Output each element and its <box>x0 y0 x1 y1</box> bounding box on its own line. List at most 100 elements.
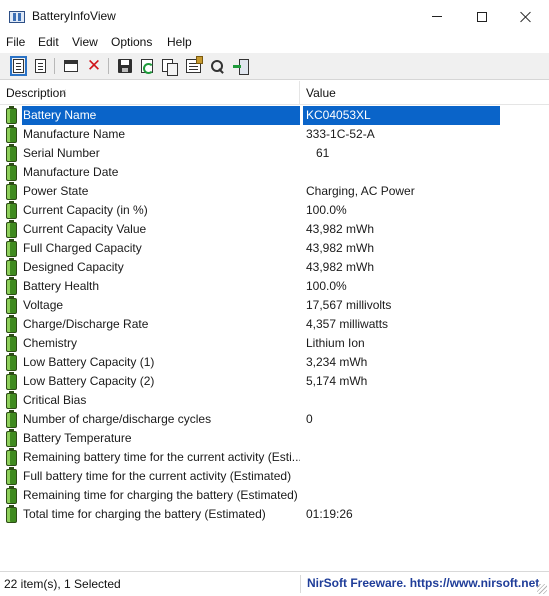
toolbar-separator <box>54 58 55 74</box>
battery-icon <box>6 277 17 295</box>
battery-icon <box>6 486 17 504</box>
exit-button[interactable] <box>231 57 249 75</box>
html-report-all-button[interactable] <box>9 56 27 76</box>
table-row[interactable]: Battery Temperature <box>0 429 549 448</box>
table-row[interactable]: Critical Bias <box>0 391 549 410</box>
table-row[interactable]: Battery Health 100.0% <box>0 277 549 296</box>
row-value: 17,567 millivolts <box>306 298 392 312</box>
minimize-button[interactable] <box>414 0 460 33</box>
copy-icon <box>161 58 178 76</box>
table-row[interactable]: Charge/Discharge Rate 4,357 milliwatts <box>0 315 549 334</box>
table-row[interactable]: Designed Capacity 43,982 mWh <box>0 258 549 277</box>
row-value: Lithium Ion <box>306 336 365 350</box>
close-button[interactable] <box>503 0 549 33</box>
table-row[interactable]: Manufacture Name 333-1C-52-A <box>0 125 549 144</box>
column-header-description-label: Description <box>6 86 67 100</box>
table-row[interactable]: Voltage 17,567 millivolts <box>0 296 549 315</box>
row-description: Number of charge/discharge cycles <box>23 412 212 426</box>
row-description: Full battery time for the current activi… <box>23 469 292 483</box>
copy-button[interactable] <box>160 57 178 76</box>
row-description: Power State <box>23 184 89 198</box>
row-description: Current Capacity Value <box>23 222 147 236</box>
row-description: Remaining time for charging the battery … <box>23 488 298 502</box>
battery-info-list[interactable]: Description ∕ Value Battery Name KC04053X… <box>0 81 549 571</box>
list-rows: Battery Name KC04053XL Manufacture Name 333… <box>0 106 549 524</box>
minimize-icon <box>432 16 442 17</box>
table-row[interactable]: Serial Number 61 <box>0 144 549 163</box>
table-row[interactable]: Low Battery Capacity (1) 3,234 mWh <box>0 353 549 372</box>
battery-icon <box>6 144 17 162</box>
window-button[interactable] <box>62 57 80 75</box>
menu-options[interactable]: Options <box>111 35 152 49</box>
row-description: Battery Temperature <box>23 431 132 445</box>
resize-grip[interactable] <box>537 584 547 594</box>
row-value: 100.0% <box>306 203 347 217</box>
battery-icon <box>6 258 17 276</box>
column-header-value-label: Value <box>306 86 336 100</box>
row-description: Low Battery Capacity (2) <box>23 374 155 388</box>
row-description: Full Charged Capacity <box>23 241 142 255</box>
battery-icon <box>6 239 17 257</box>
column-header-value[interactable]: Value <box>300 81 549 105</box>
row-value: 5,174 mWh <box>306 374 368 388</box>
table-row[interactable]: Full battery time for the current activi… <box>0 467 549 486</box>
row-description: Chemistry <box>23 336 78 350</box>
row-value: 43,982 mWh <box>306 241 375 255</box>
row-value: 43,982 mWh <box>306 222 375 236</box>
row-value: 333-1C-52-A <box>306 127 375 141</box>
row-value: 100.0% <box>306 279 347 293</box>
html-report-selected-button[interactable] <box>31 57 49 75</box>
battery-icon <box>6 353 17 371</box>
battery-icon <box>6 391 17 409</box>
row-description: Low Battery Capacity (1) <box>23 355 155 369</box>
maximize-button[interactable] <box>459 0 505 33</box>
toolbar-separator <box>108 58 109 74</box>
row-description: Charge/Discharge Rate <box>23 317 149 331</box>
maximize-icon <box>477 11 487 22</box>
save-button[interactable] <box>116 57 134 75</box>
menu-edit[interactable]: Edit <box>38 35 59 49</box>
battery-icon <box>6 467 17 485</box>
find-button[interactable] <box>208 57 226 75</box>
row-description: Voltage <box>23 298 64 312</box>
sort-ascending-icon: ∕ <box>63 88 65 98</box>
column-header-description[interactable]: Description ∕ <box>0 81 300 105</box>
title-bar: BatteryInfoView <box>0 0 549 33</box>
row-description: Remaining battery time for the current a… <box>23 450 300 464</box>
properties-button[interactable] <box>184 56 203 75</box>
refresh-icon <box>141 59 154 74</box>
row-description: Serial Number <box>23 146 100 160</box>
window-title: BatteryInfoView <box>32 9 116 23</box>
delete-button[interactable]: ✕ <box>85 57 103 75</box>
table-row[interactable]: Remaining time for charging the battery … <box>0 486 549 505</box>
menu-view[interactable]: View <box>72 35 98 49</box>
battery-icon <box>6 372 17 390</box>
table-row[interactable]: Full Charged Capacity 43,982 mWh <box>0 239 549 258</box>
window-icon <box>64 60 78 72</box>
status-divider <box>300 575 301 593</box>
table-row[interactable]: Remaining battery time for the current a… <box>0 448 549 467</box>
table-row[interactable]: Chemistry Lithium Ion <box>0 334 549 353</box>
toolbar: ✕ <box>0 53 549 80</box>
row-description: Battery Name <box>22 106 300 125</box>
menu-file[interactable]: File <box>6 35 25 49</box>
table-row[interactable]: Current Capacity Value 43,982 mWh <box>0 220 549 239</box>
table-row[interactable]: Power State Charging, AC Power <box>0 182 549 201</box>
html-report-all-icon <box>9 56 27 76</box>
row-value: 01:19:26 <box>306 507 353 521</box>
refresh-button[interactable] <box>138 57 156 75</box>
table-row[interactable]: Manufacture Date <box>0 163 549 182</box>
table-row[interactable]: Battery Name KC04053XL <box>0 106 549 125</box>
nirsoft-link[interactable]: NirSoft Freeware. https://www.nirsoft.ne… <box>307 576 539 590</box>
row-description: Manufacture Name <box>23 127 126 141</box>
table-row[interactable]: Current Capacity (in %) 100.0% <box>0 201 549 220</box>
menu-help[interactable]: Help <box>167 35 192 49</box>
row-description: Battery Health <box>23 279 100 293</box>
app-icon <box>9 11 25 23</box>
row-value: 0 <box>306 412 313 426</box>
battery-icon <box>6 125 17 143</box>
table-row[interactable]: Low Battery Capacity (2) 5,174 mWh <box>0 372 549 391</box>
table-row[interactable]: Total time for charging the battery (Est… <box>0 505 549 524</box>
close-icon <box>520 11 532 23</box>
table-row[interactable]: Number of charge/discharge cycles 0 <box>0 410 549 429</box>
